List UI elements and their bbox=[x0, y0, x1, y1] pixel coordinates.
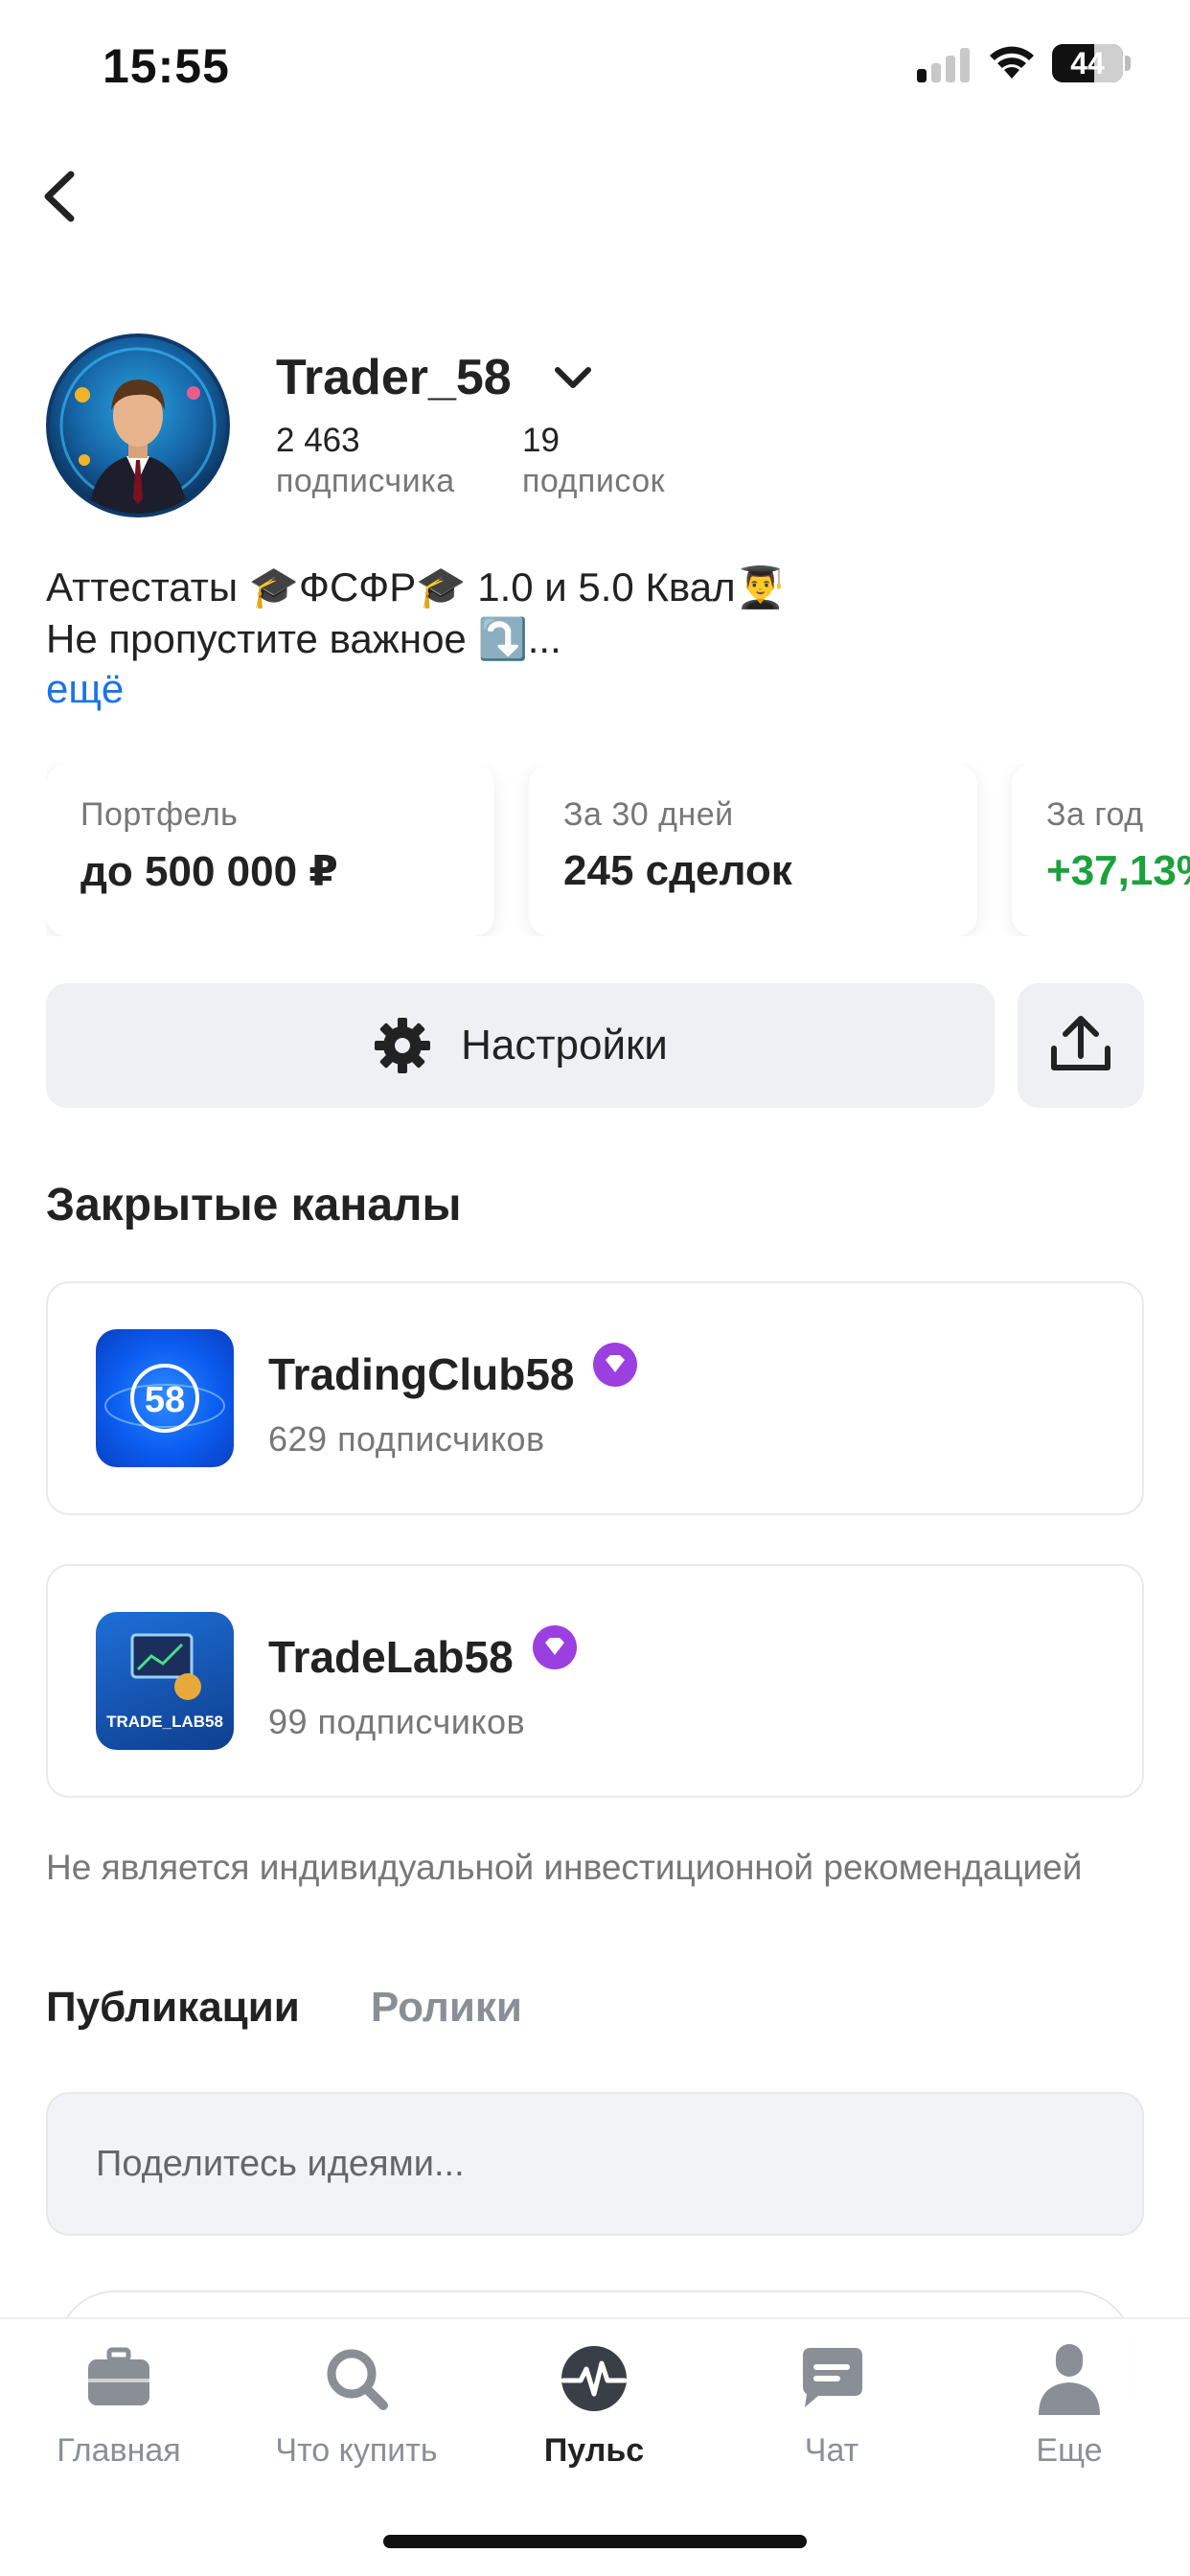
share-upload-icon bbox=[1051, 1016, 1110, 1070]
username: Trader_58 bbox=[276, 350, 512, 405]
gear-icon bbox=[375, 1018, 431, 1073]
bio-line-2: Не пропустите важное ⤵️... bbox=[46, 616, 561, 661]
nav-label: Пульс bbox=[543, 2432, 645, 2469]
avatar-portrait-icon bbox=[59, 347, 217, 514]
stat-card-value: +37,13% bbox=[1046, 847, 1190, 894]
status-time: 15:55 bbox=[103, 39, 230, 93]
channel-subscribers: 629 подписчиков bbox=[268, 1419, 545, 1459]
stat-card-label: За 30 дней bbox=[563, 796, 734, 833]
battery-cap bbox=[1125, 56, 1131, 71]
profile-bio: Аттестаты 🎓ФСФР🎓 1.0 и 5.0 Квал👨‍🎓 Не пр… bbox=[46, 562, 786, 665]
channel-subscribers: 99 подписчиков bbox=[268, 1702, 526, 1741]
battery-icon: 44 bbox=[1052, 44, 1123, 82]
stat-card-label: Портфель bbox=[80, 796, 239, 833]
nav-label: Главная bbox=[57, 2432, 181, 2469]
status-bar: 15:55 44 bbox=[0, 0, 1190, 129]
nav-label: Еще bbox=[1036, 2432, 1103, 2469]
yearly-return-card[interactable]: За год +37,13% bbox=[1012, 764, 1190, 936]
stat-card-label: За год bbox=[1046, 796, 1144, 833]
briefcase-icon bbox=[88, 2347, 149, 2405]
content-tabs: Публикации Ролики bbox=[46, 1984, 593, 2032]
following-count: 19 bbox=[522, 422, 560, 459]
nav-item-chat[interactable]: Чат bbox=[713, 2342, 950, 2470]
wifi-icon bbox=[990, 46, 1034, 79]
bio-more-link[interactable]: ещё bbox=[46, 666, 124, 712]
premium-diamond-icon bbox=[593, 1343, 638, 1387]
channel-card[interactable]: 58 TradingClub58 629 подписчиков bbox=[46, 1281, 1144, 1515]
disclaimer: Не является индивидуальной инвестиционно… bbox=[46, 1848, 1083, 1887]
logo-text: 58 bbox=[145, 1380, 185, 1420]
channel-logo: 58 bbox=[96, 1329, 234, 1467]
settings-button[interactable]: Настройки bbox=[46, 983, 995, 1108]
nav-item-more[interactable]: Еще bbox=[950, 2342, 1188, 2470]
tradingclub-logo-icon: 58 bbox=[104, 1364, 225, 1433]
followers-count: 2 463 bbox=[276, 422, 360, 459]
tab-publications[interactable]: Публикации bbox=[46, 1984, 300, 2032]
channel-name: TradingClub58 bbox=[268, 1349, 575, 1399]
cellular-signal-icon bbox=[917, 48, 971, 82]
portfolio-card[interactable]: Портфель до 500 000 ₽ bbox=[46, 764, 494, 936]
premium-diamond-icon bbox=[532, 1625, 577, 1669]
chat-icon bbox=[803, 2348, 862, 2407]
stat-cards-carousel[interactable]: Портфель до 500 000 ₽ За 30 дней 245 сде… bbox=[46, 764, 1190, 936]
post-composer-input[interactable]: Поделитесь идеями... bbox=[46, 2092, 1144, 2236]
channel-name-row: TradeLab58 bbox=[268, 1625, 577, 1683]
followers-stat[interactable]: 2 463 подписчика bbox=[276, 422, 455, 502]
profile-icon bbox=[1039, 2344, 1100, 2415]
back-chevron-icon[interactable] bbox=[29, 163, 96, 230]
channel-card[interactable]: TRADE_LAB58 TradeLab58 99 подписчиков bbox=[46, 1564, 1144, 1798]
chevron-down-icon[interactable] bbox=[550, 358, 596, 397]
settings-label: Настройки bbox=[461, 1022, 668, 1069]
followers-label: подписчика bbox=[276, 463, 455, 499]
nav-item-home[interactable]: Главная bbox=[0, 2342, 238, 2470]
channel-name-row: TradingClub58 bbox=[268, 1343, 638, 1400]
avatar[interactable] bbox=[46, 334, 230, 518]
following-label: подписок bbox=[522, 463, 665, 499]
nav-item-what-to-buy[interactable]: Что купить bbox=[238, 2342, 475, 2470]
bio-line-1: Аттестаты 🎓ФСФР🎓 1.0 и 5.0 Квал👨‍🎓 bbox=[46, 564, 786, 610]
nav-label: Что купить bbox=[275, 2432, 438, 2469]
closed-channels-title: Закрытые каналы bbox=[46, 1180, 462, 1230]
tradelab-logo-icon: TRADE_LAB58 bbox=[106, 1633, 223, 1731]
following-stat[interactable]: 19 подписок bbox=[522, 422, 665, 502]
nav-item-pulse[interactable]: Пульс bbox=[475, 2342, 713, 2470]
trades-30-days-card[interactable]: За 30 дней 245 сделок bbox=[529, 764, 977, 936]
battery-level: 44 bbox=[1070, 46, 1105, 80]
share-button[interactable] bbox=[1018, 983, 1144, 1108]
tab-reels[interactable]: Ролики bbox=[371, 1984, 522, 2032]
channel-name: TradeLab58 bbox=[268, 1632, 514, 1682]
pulse-icon bbox=[561, 2346, 628, 2411]
stat-card-value: 245 сделок bbox=[563, 847, 792, 894]
nav-label: Чат bbox=[804, 2432, 859, 2469]
home-indicator bbox=[383, 2535, 807, 2548]
search-icon bbox=[327, 2349, 388, 2410]
logo-text: TRADE_LAB58 bbox=[106, 1713, 223, 1731]
username-row[interactable]: Trader_58 bbox=[276, 347, 596, 408]
channel-logo: TRADE_LAB58 bbox=[96, 1612, 234, 1750]
stat-card-value: до 500 000 ₽ bbox=[80, 848, 338, 895]
